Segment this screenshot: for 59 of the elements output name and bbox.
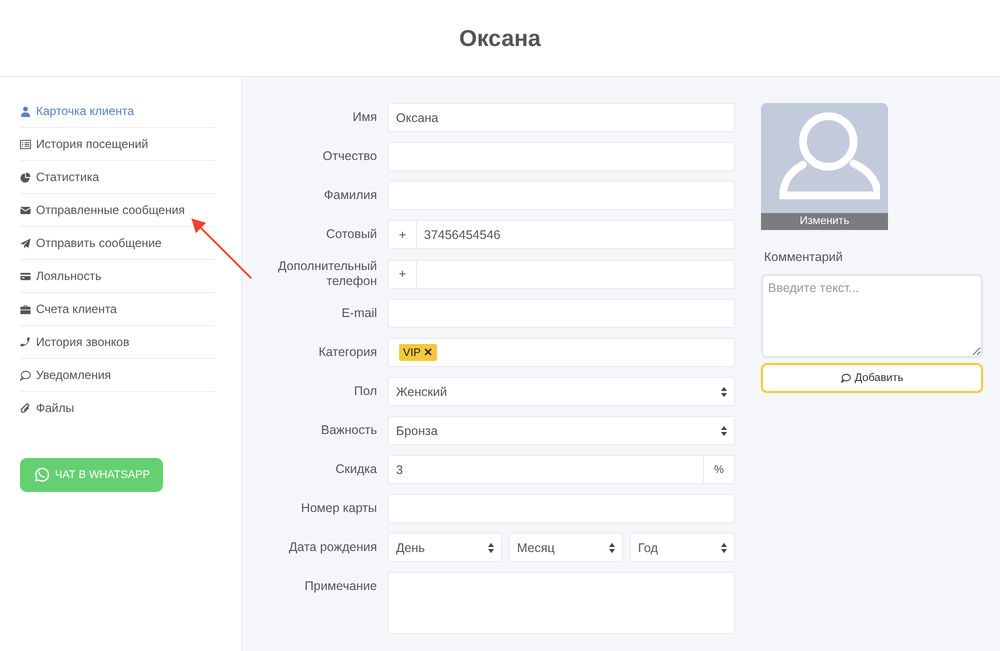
comment-label: Комментарий (763, 250, 844, 264)
category-tag: VIP ✕ (399, 344, 437, 361)
country-code-prefix: + (389, 221, 417, 248)
field-label: Скидка (334, 462, 377, 477)
sidebar-item[interactable]: Статистика (20, 161, 215, 194)
field-label: Дата рождения (288, 540, 377, 555)
sort-caret-icon (488, 542, 494, 552)
sidebar-item[interactable]: История звонков (20, 326, 215, 359)
speech-bubble-icon (840, 373, 851, 383)
sidebar-item[interactable]: Карточка клиента (20, 95, 215, 128)
phone-field[interactable]: + (388, 260, 735, 288)
avatar-placeholder[interactable]: Изменить (761, 103, 888, 230)
paperclip-icon (20, 402, 31, 414)
list-icon (20, 138, 31, 150)
envelope-icon (20, 204, 31, 216)
field-label: Отчество (322, 149, 377, 164)
field-label: Дополнительный телефон (277, 259, 377, 289)
user-icon (20, 106, 31, 116)
sort-caret-icon (721, 542, 727, 552)
field-label: E-mail (340, 306, 377, 321)
phone-icon (20, 336, 31, 348)
input-field[interactable]: Оксана (388, 103, 735, 132)
field-label: Номер карты (300, 501, 377, 516)
select-field[interactable]: Бронза (388, 416, 735, 445)
briefcase-icon (20, 304, 31, 314)
select-field[interactable]: Месяц (509, 533, 623, 562)
sort-caret-icon (721, 386, 727, 396)
remove-tag-button[interactable]: ✕ (424, 347, 433, 359)
discount-field[interactable]: 3 % (388, 455, 735, 484)
field-label: Имя (352, 110, 377, 125)
sort-caret-icon (609, 542, 615, 552)
change-photo-button[interactable]: Изменить (761, 213, 888, 230)
field-label: Категория (318, 345, 377, 360)
select-field[interactable]: Женский (388, 377, 735, 406)
credit-card-icon (20, 270, 31, 282)
page-title: Оксана (459, 24, 541, 52)
country-code-prefix: + (389, 260, 417, 288)
field-label: Важность (320, 423, 377, 438)
tag-field[interactable]: VIP ✕ (388, 338, 735, 367)
sidebar-item[interactable]: Счета клиента (20, 293, 215, 326)
comment-field[interactable]: Введите текст... (761, 274, 983, 358)
sidebar-item[interactable]: История посещений (20, 128, 215, 161)
percent-suffix: % (703, 456, 734, 483)
sidebar-item[interactable]: Файлы (20, 392, 215, 424)
paper-plane-icon (20, 238, 31, 248)
select-field[interactable]: Год (630, 533, 735, 562)
pie-chart-icon (20, 172, 31, 182)
sidebar-item[interactable]: Лояльность (20, 260, 215, 293)
select-field[interactable]: День (388, 533, 502, 562)
field-label: Фамилия (322, 188, 377, 203)
whatsapp-icon (33, 467, 50, 483)
field-label: Сотовый (325, 227, 377, 242)
sidebar-item[interactable]: Уведомления (20, 359, 215, 392)
phone-field[interactable]: + 37456454546 (388, 220, 735, 249)
add-comment-button[interactable]: Добавить (761, 363, 983, 393)
speech-bubble-icon (20, 370, 31, 380)
sort-caret-icon (721, 426, 727, 436)
field-label: Примечание (304, 578, 377, 594)
field-label: Пол (353, 384, 377, 399)
